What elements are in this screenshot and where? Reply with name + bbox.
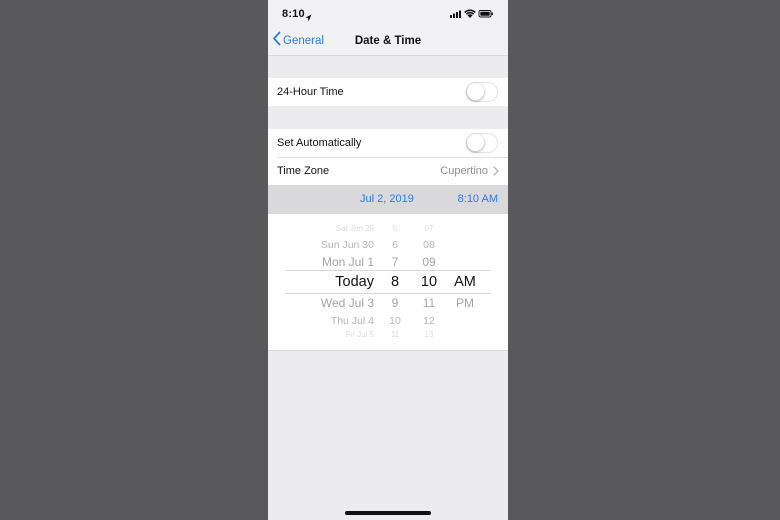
cellular-signal-icon: [450, 10, 461, 18]
picker-hour-item[interactable]: 6: [382, 239, 408, 251]
picker-ampm-item-selected[interactable]: AM: [450, 274, 480, 290]
date-time-picker[interactable]: Sat Jun 29 Sun Jun 30 Mon Jul 1 Today Wed Ju…: [268, 214, 508, 351]
picker-minute-item[interactable]: 07: [416, 224, 442, 233]
picker-date-item-selected[interactable]: Today: [335, 274, 374, 290]
hour24-group: 24-Hour Time: [268, 78, 508, 106]
time-zone-value: Cupertino: [440, 165, 488, 177]
location-arrow-icon: [305, 9, 312, 27]
set-automatically-label: Set Automatically: [277, 137, 362, 149]
status-time: 8:10: [282, 8, 305, 20]
auto-timezone-group: Set Automatically Time Zone Cupertino: [268, 129, 508, 185]
picker-date-item[interactable]: Thu Jul 4: [331, 315, 374, 327]
picker-date-item[interactable]: Fri Jul 5: [346, 330, 374, 339]
home-indicator[interactable]: [345, 511, 431, 515]
set-automatically-row: Set Automatically: [268, 129, 508, 157]
picker-hour-item-selected[interactable]: 8: [382, 274, 408, 290]
picker-hour-item[interactable]: 5: [382, 224, 408, 233]
empty-background: [268, 352, 508, 520]
date-time-row: Jul 2, 2019 8:10 AM: [268, 185, 508, 214]
picker-minute-item[interactable]: 08: [416, 239, 442, 251]
picker-hour-item[interactable]: 11: [382, 330, 408, 339]
navigation-bar: General Date & Time: [268, 26, 508, 56]
page-title: Date & Time: [354, 35, 422, 47]
picker-minute-item[interactable]: 12: [416, 315, 442, 327]
battery-icon: [478, 10, 493, 18]
picker-date-item[interactable]: Mon Jul 1: [322, 255, 374, 269]
time-zone-label: Time Zone: [277, 165, 330, 177]
selected-date[interactable]: Jul 2, 2019: [360, 193, 414, 205]
toggle-knob: [467, 134, 484, 151]
picker-minute-item[interactable]: 11: [416, 296, 442, 310]
wifi-icon: [464, 9, 476, 18]
chevron-right-icon: [493, 166, 499, 179]
picker-minute-item[interactable]: 13: [416, 330, 442, 339]
status-bar: 8:10: [268, 0, 508, 26]
picker-hour-item[interactable]: 9: [382, 296, 408, 310]
time-zone-row[interactable]: Time Zone Cupertino: [268, 157, 508, 185]
picker-date-item[interactable]: Sun Jun 30: [321, 239, 374, 251]
picker-minute-item-selected[interactable]: 10: [416, 274, 442, 290]
hour24-row: 24-Hour Time: [268, 78, 508, 106]
picker-minute-item[interactable]: 09: [416, 255, 442, 269]
status-icons: [450, 9, 494, 19]
picker-date-item[interactable]: Wed Jul 3: [321, 296, 374, 310]
phone-screen: 8:10 General Date & Time 24-Hour Time Se…: [268, 0, 508, 520]
toggle-knob: [467, 83, 484, 100]
hour24-toggle[interactable]: [466, 82, 498, 102]
picker-hour-item[interactable]: 7: [382, 255, 408, 269]
selected-time[interactable]: 8:10 AM: [458, 193, 498, 205]
set-automatically-toggle[interactable]: [466, 133, 498, 153]
picker-hour-item[interactable]: 10: [382, 315, 408, 327]
picker-date-item[interactable]: Sat Jun 29: [336, 224, 374, 233]
hour24-label: 24-Hour Time: [277, 86, 344, 98]
picker-ampm-item[interactable]: PM: [450, 296, 480, 310]
